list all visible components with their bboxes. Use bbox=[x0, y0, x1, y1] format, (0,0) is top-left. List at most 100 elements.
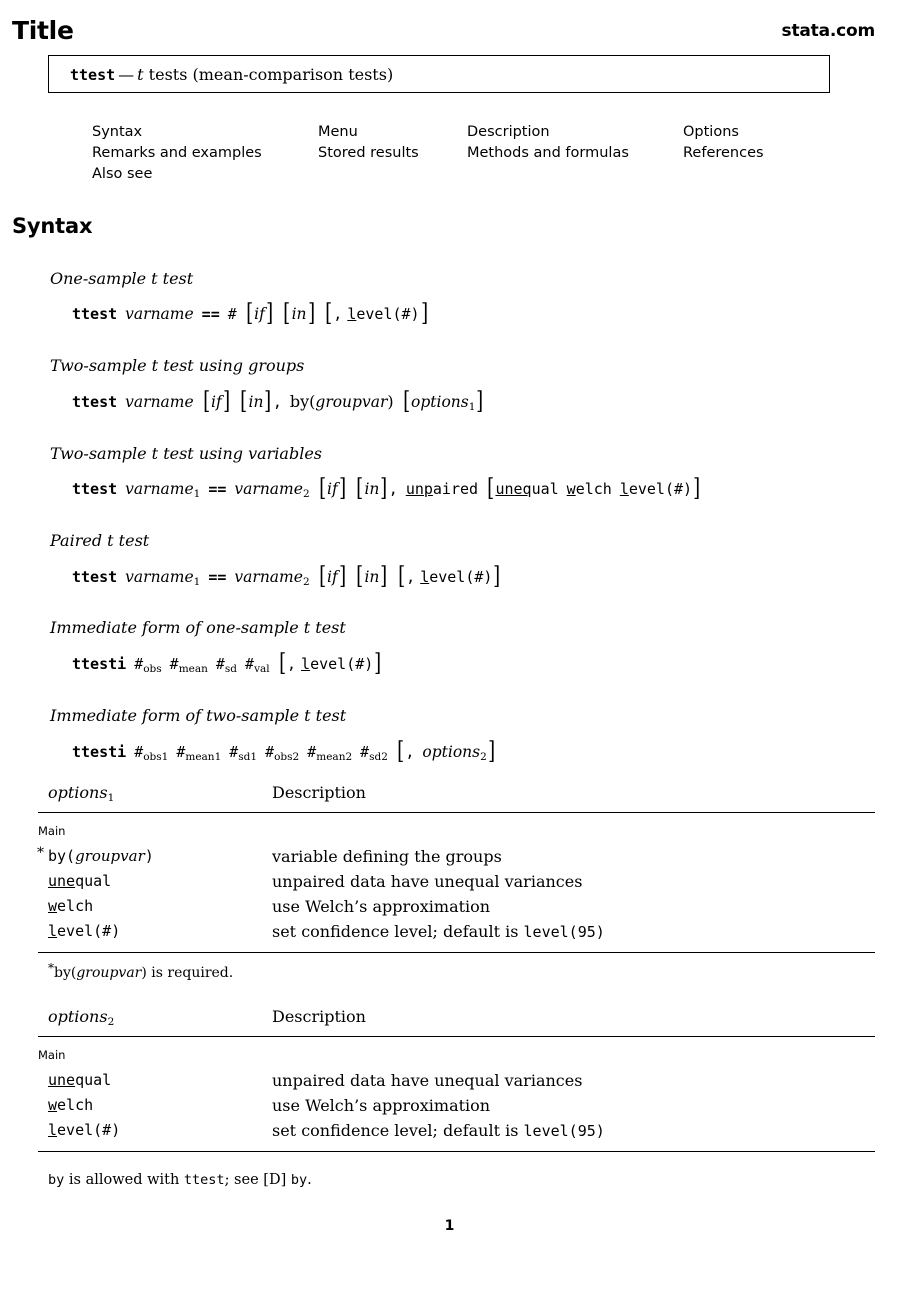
option-desc-welch: use Welch’s approximation bbox=[272, 1096, 491, 1115]
syntax-line-two-sample-groups: ttest varname [if] [in], by(groupvar) [option… bbox=[72, 387, 484, 415]
syntax-comma: , bbox=[388, 480, 398, 498]
syntax-unpaired-rest: aired bbox=[432, 480, 479, 498]
syntax-line-one-sample: ttest varname == # [if] [in] [, level(#)] bbox=[72, 299, 428, 327]
option-desc-unequal: unpaired data have unequal variances bbox=[272, 872, 583, 891]
table-row: unequal unpaired data have unequal varia… bbox=[0, 872, 899, 897]
syntax-groupvar: groupvar bbox=[315, 393, 388, 411]
syntax-hash-sd: #sd bbox=[215, 655, 238, 675]
syntax-welch-abbrev: w bbox=[566, 480, 576, 498]
stata-com-link[interactable]: stata.com bbox=[782, 21, 876, 41]
syntax-varname: varname bbox=[125, 305, 194, 323]
syntax-label-immediate-two-sample: Immediate form of two-sample t test bbox=[50, 706, 347, 725]
option-desc-level: set confidence level; default is level(9… bbox=[272, 1121, 605, 1140]
syntax-comma: , bbox=[405, 743, 415, 761]
syntax-comma: , bbox=[406, 568, 416, 586]
syntax-command: ttest bbox=[72, 568, 118, 586]
syntax-command: ttest bbox=[72, 393, 118, 411]
nav-column-1: Syntax Remarks and examples Also see bbox=[92, 122, 262, 185]
syntax-varname: varname bbox=[125, 393, 194, 411]
options2-header-label: options2 bbox=[48, 1007, 115, 1028]
syntax-eqeq: == bbox=[208, 480, 227, 498]
syntax-if: if bbox=[327, 480, 338, 498]
nav-column-2: Menu Stored results bbox=[318, 122, 419, 164]
syntax-in: in bbox=[364, 480, 380, 498]
syntax-level: evel(#) bbox=[628, 480, 693, 498]
nav-column-4: Options References bbox=[683, 122, 764, 164]
section-heading-syntax: Syntax bbox=[12, 214, 93, 238]
table-rule bbox=[38, 952, 875, 953]
option-desc-by: variable defining the groups bbox=[272, 847, 502, 866]
options1-footnote: *by(groupvar) is required. bbox=[48, 961, 234, 981]
syntax-varname2: varname2 bbox=[234, 480, 310, 500]
option-name-by[interactable]: * by(groupvar) bbox=[37, 845, 154, 865]
syntax-unequal-rest: ual bbox=[531, 480, 559, 498]
table-row: welch use Welch’s approximation bbox=[0, 897, 899, 922]
options1-group-main: Main bbox=[38, 824, 66, 838]
syntax-hash-mean: #mean bbox=[169, 655, 208, 675]
syntax-welch-rest: elch bbox=[575, 480, 612, 498]
options2-header-description: Description bbox=[272, 1007, 366, 1026]
syntax-hash-mean2: #mean2 bbox=[307, 743, 353, 763]
syntax-label-immediate-one-sample: Immediate form of one-sample t test bbox=[50, 618, 346, 637]
nav-link-remarks-and-examples[interactable]: Remarks and examples bbox=[92, 143, 262, 164]
syntax-hash: # bbox=[227, 305, 237, 323]
nav-link-also-see[interactable]: Also see bbox=[92, 164, 262, 185]
syntax-if: if bbox=[254, 305, 265, 323]
option-name-level[interactable]: level(#) bbox=[48, 1121, 120, 1139]
option-name-level[interactable]: level(#) bbox=[48, 922, 120, 940]
syntax-command: ttest bbox=[72, 305, 118, 323]
syntax-label-two-sample-groups: Two-sample t test using groups bbox=[50, 356, 305, 375]
table-row: level(#) set confidence level; default i… bbox=[0, 1121, 899, 1146]
option-name-welch[interactable]: welch bbox=[48, 897, 93, 915]
syntax-hash-obs: #obs bbox=[134, 655, 162, 675]
nav-link-menu[interactable]: Menu bbox=[318, 122, 419, 143]
syntax-hash-sd2: #sd2 bbox=[360, 743, 388, 763]
entry-desc-rest: tests (mean-comparison tests) bbox=[143, 65, 394, 84]
nav-link-stored-results[interactable]: Stored results bbox=[318, 143, 419, 164]
syntax-level-abbrev: l bbox=[301, 655, 311, 673]
syntax-varname1: varname1 bbox=[125, 568, 201, 588]
option-name-unequal[interactable]: unequal bbox=[48, 872, 111, 890]
manual-entry-title-text: ttest — t tests (mean-comparison tests) bbox=[70, 65, 393, 84]
entry-dash: — bbox=[118, 65, 135, 84]
table-rule bbox=[38, 812, 875, 813]
nav-column-3: Description Methods and formulas bbox=[467, 122, 629, 164]
syntax-line-two-sample-variables: ttest varname1 == varname2 [if] [in], unpaired… bbox=[72, 474, 701, 502]
table-row: unequal unpaired data have unequal varia… bbox=[0, 1071, 899, 1096]
syntax-hash-obs1: #obs1 bbox=[134, 743, 169, 763]
table-rule bbox=[38, 1151, 875, 1152]
nav-link-description[interactable]: Description bbox=[467, 122, 629, 143]
syntax-hash-mean1: #mean1 bbox=[176, 743, 222, 763]
manual-entry-title-box: ttest — t tests (mean-comparison tests) bbox=[48, 55, 830, 93]
nav-link-syntax[interactable]: Syntax bbox=[92, 122, 262, 143]
page-number: 1 bbox=[444, 1218, 455, 1234]
syntax-options1: options1 bbox=[411, 393, 476, 413]
syntax-if: if bbox=[327, 568, 338, 586]
option-name-welch[interactable]: welch bbox=[48, 1096, 93, 1114]
nav-link-references[interactable]: References bbox=[683, 143, 764, 164]
table-rule bbox=[38, 1036, 875, 1037]
syntax-label-paired: Paired t test bbox=[50, 531, 150, 550]
syntax-hash-obs2: #obs2 bbox=[265, 743, 300, 763]
table-row: * by(groupvar) variable defining the grou… bbox=[0, 845, 899, 872]
by-allowed-note: by is allowed with ttest; see [D] by. bbox=[48, 1172, 312, 1188]
syntax-level-abbrev: l bbox=[420, 568, 430, 586]
nav-link-methods-and-formulas[interactable]: Methods and formulas bbox=[467, 143, 629, 164]
syntax-hash-val: #val bbox=[245, 655, 270, 675]
option-name-unequal[interactable]: unequal bbox=[48, 1071, 111, 1089]
syntax-unpaired-abbrev: unp bbox=[405, 480, 433, 498]
nav-link-options[interactable]: Options bbox=[683, 122, 764, 143]
syntax-command: ttesti bbox=[72, 655, 127, 673]
table-row: welch use Welch’s approximation bbox=[0, 1096, 899, 1121]
syntax-line-immediate-two-sample: ttesti #obs1 #mean1 #sd1 #obs2 #mean2 #sd2 [, op… bbox=[72, 737, 495, 765]
syntax-level-abbrev: l bbox=[347, 305, 357, 323]
syntax-in: in bbox=[364, 568, 380, 586]
syntax-level: evel(#) bbox=[310, 655, 374, 673]
syntax-level: evel(#) bbox=[429, 568, 493, 586]
option-desc-unequal: unpaired data have unequal variances bbox=[272, 1071, 583, 1090]
syntax-line-immediate-one-sample: ttesti #obs #mean #sd #val [, level(#)] bbox=[72, 649, 382, 677]
syntax-close-paren: ) bbox=[387, 392, 394, 411]
syntax-label-one-sample: One-sample t test bbox=[50, 269, 194, 288]
syntax-line-paired: ttest varname1 == varname2 [if] [in] [, level(#… bbox=[72, 562, 501, 590]
syntax-in: in bbox=[291, 305, 307, 323]
